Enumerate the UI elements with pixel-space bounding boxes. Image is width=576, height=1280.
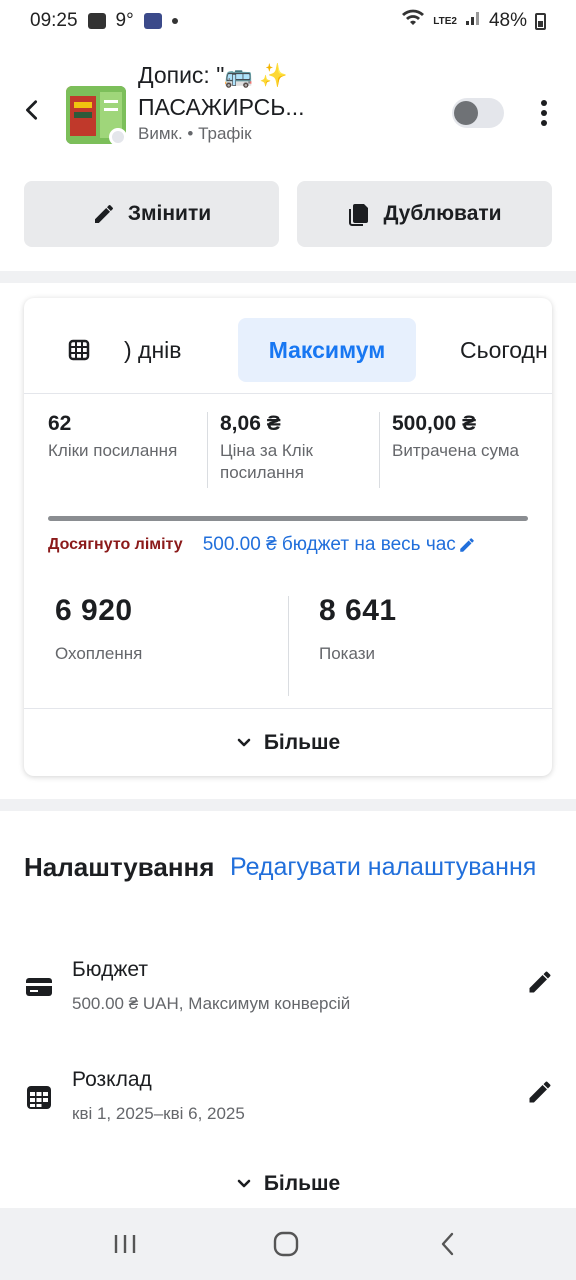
tab-today[interactable]: Сьогодн <box>460 318 548 382</box>
home-icon <box>273 1231 299 1257</box>
edit-button[interactable]: Змінити <box>24 181 279 247</box>
app-notification-icon <box>143 13 162 29</box>
metrics-row: 62 Кліки посилання 8,06 ₴ Ціна за Клік п… <box>24 394 552 498</box>
calendar-tab[interactable] <box>68 318 98 382</box>
status-time: 09:25 <box>30 10 78 31</box>
limit-reached-label: Досягнуто ліміту <box>48 536 183 553</box>
metric-label: Витрачена сума <box>392 441 519 460</box>
post-status-subtitle: Вимк. • Трафік <box>138 124 252 143</box>
edit-budget-icon[interactable] <box>458 536 476 554</box>
impressions-metric: 8 641 Покази <box>319 594 397 694</box>
metric-label: Кліки посилання <box>48 441 178 460</box>
signal-bars-icon <box>465 10 481 32</box>
settings-more-label: Більше <box>263 1172 341 1195</box>
metric-value: 8,06 ₴ <box>220 412 281 435</box>
budget-progress-fill <box>48 516 528 521</box>
budget-setting-name: Бюджет <box>72 958 148 981</box>
system-back-button[interactable] <box>428 1226 468 1262</box>
schedule-setting-row: Розклад кві 1, 2025–кві 6, 2025 <box>0 1068 576 1148</box>
chevron-down-icon <box>237 738 251 746</box>
reach-value: 6 920 <box>55 594 133 627</box>
kebab-dot <box>541 120 547 126</box>
more-notifications-dot <box>171 18 178 24</box>
edit-button-label: Змінити <box>127 202 212 225</box>
budget-setting-detail: 500.00 ₴ UAH, Максимум конверсій <box>72 994 351 1013</box>
budget-limit-row: Досягнуто ліміту 500.00 ₴ бюджет на весь… <box>48 532 534 558</box>
battery-percent: 48% <box>488 10 527 31</box>
chevron-left-icon <box>26 100 38 120</box>
metric-divider <box>379 412 380 488</box>
gallery-icon <box>87 13 106 29</box>
link-clicks-metric: 62 Кліки посилання <box>48 412 208 462</box>
more-options-button[interactable] <box>530 96 558 130</box>
post-active-toggle[interactable] <box>452 98 504 128</box>
metric-label: Ціна за Клік посилання <box>220 441 313 482</box>
post-title-line2: ПАСАЖИРСЬ... <box>138 94 305 120</box>
system-navigation-bar <box>0 1208 576 1280</box>
stats-card: ) днів Максимум Сьогодн 62 Кліки посилан… <box>24 298 552 776</box>
copy-icon <box>349 204 369 226</box>
status-temp: 9° <box>115 10 134 31</box>
credit-card-icon <box>26 978 52 996</box>
amount-spent-metric: 500,00 ₴ Витрачена сума <box>392 412 552 462</box>
edit-budget-pencil-icon[interactable] <box>526 968 554 996</box>
edit-schedule-pencil-icon[interactable] <box>526 1078 554 1106</box>
recent-apps-button[interactable] <box>105 1226 145 1262</box>
back-arrow-icon <box>441 1232 454 1256</box>
back-button[interactable] <box>18 94 46 126</box>
stats-more-button[interactable]: Більше <box>24 708 552 776</box>
table-icon <box>68 339 90 361</box>
home-button[interactable] <box>266 1226 306 1262</box>
tab-maximum[interactable]: Максимум <box>238 318 416 382</box>
wifi-icon <box>401 9 425 33</box>
duplicate-button[interactable]: Дублювати <box>297 181 552 247</box>
cost-per-click-metric: 8,06 ₴ Ціна за Клік посилання <box>220 412 370 484</box>
lifetime-budget-link[interactable]: 500.00 ₴ бюджет на весь час <box>203 534 456 556</box>
section-divider <box>0 799 576 811</box>
settings-heading: Налаштування <box>24 852 215 882</box>
reach-metric: 6 920 Охоплення <box>55 594 142 694</box>
calendar-icon <box>27 1086 51 1109</box>
duplicate-button-label: Дублювати <box>383 202 502 225</box>
section-divider <box>0 271 576 283</box>
impressions-value: 8 641 <box>319 594 397 627</box>
date-range-tabs: ) днів Максимум Сьогодн <box>24 298 552 394</box>
post-header: Допис: "🚌 ✨ ПАСАЖИРСЬ... Вимк. • Трафік <box>0 56 576 156</box>
battery-icon <box>535 12 546 30</box>
status-bar: 09:25 9° LTE2 48% <box>0 0 576 42</box>
metric-value: 62 <box>48 412 72 435</box>
signal-icon: LTE2 <box>433 15 457 27</box>
pencil-icon <box>94 205 113 223</box>
post-title-line1: Допис: "🚌 ✨ <box>138 62 289 88</box>
stats-more-label: Більше <box>263 730 341 754</box>
budget-setting-row: Бюджет 500.00 ₴ UAH, Максимум конверсій <box>0 958 576 1038</box>
status-indicator <box>109 128 127 146</box>
reach-label: Охоплення <box>55 644 143 663</box>
budget-progress-bar <box>48 516 528 521</box>
metric-divider <box>207 412 208 488</box>
toggle-knob <box>454 101 478 125</box>
impressions-label: Покази <box>319 644 376 663</box>
recent-apps-icon <box>114 1235 136 1253</box>
schedule-setting-detail: кві 1, 2025–кві 6, 2025 <box>72 1104 245 1123</box>
kebab-dot <box>541 110 547 116</box>
metric-value: 500,00 ₴ <box>392 412 477 435</box>
reach-divider <box>288 596 289 696</box>
settings-more-button[interactable]: Більше <box>0 1164 576 1204</box>
kebab-dot <box>541 100 547 106</box>
tab-days[interactable]: ) днів <box>124 318 182 382</box>
edit-settings-link[interactable]: Редагувати налаштування <box>230 850 540 884</box>
chevron-down-icon <box>237 1179 251 1188</box>
schedule-setting-name: Розклад <box>72 1068 152 1091</box>
